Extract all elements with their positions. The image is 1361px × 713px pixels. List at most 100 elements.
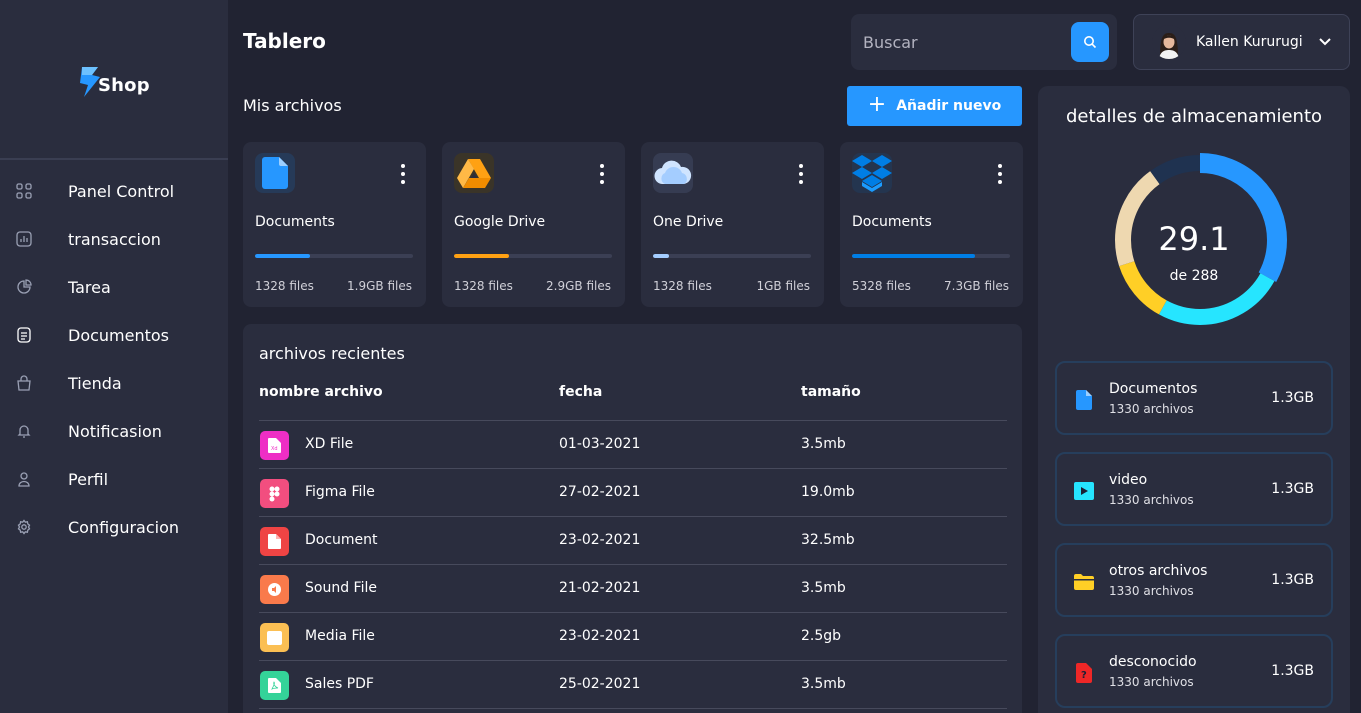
brand-logo[interactable]: Shop	[78, 64, 150, 100]
folder-icon	[1073, 571, 1095, 593]
search-icon	[1084, 36, 1097, 49]
cloud-icon	[653, 153, 693, 193]
sidebar: Shop Panel Control transaccion Tarea Doc	[0, 0, 228, 713]
storage-item-otros-archivos[interactable]: otros archivos 1330 archivos 1.3GB	[1055, 543, 1333, 617]
storage-item-name: desconocido	[1109, 654, 1197, 670]
card-file-size: 2.9GB files	[546, 279, 611, 293]
file-date: 21-02-2021	[559, 580, 641, 596]
unknown-file-icon: ?	[1073, 662, 1095, 684]
file-name: Figma File	[305, 484, 375, 500]
storage-total-label: de 288	[1169, 268, 1219, 284]
sidebar-nav: Panel Control transaccion Tarea Document…	[0, 167, 228, 551]
sidebar-item-configuracion[interactable]: Configuracion	[0, 503, 228, 551]
sidebar-item-notificasion[interactable]: Notificasion	[0, 407, 228, 455]
column-header-name[interactable]: nombre archivo	[259, 384, 383, 400]
svg-text:Xd: Xd	[271, 446, 278, 452]
sidebar-item-label: Panel Control	[68, 181, 175, 201]
recent-files-panel: archivos recientes nombre archivo fecha …	[243, 324, 1022, 713]
document-file-icon	[260, 527, 289, 556]
storage-item-count: 1330 archivos	[1109, 493, 1194, 507]
file-date: 01-03-2021	[559, 436, 641, 452]
sidebar-item-panel-control[interactable]: Panel Control	[0, 167, 228, 215]
sidebar-divider	[0, 158, 228, 160]
card-title: Documents	[852, 214, 932, 230]
my-files-title: Mis archivos	[243, 96, 342, 115]
card-file-count: 1328 files	[454, 279, 513, 293]
sidebar-item-tienda[interactable]: Tienda	[0, 359, 228, 407]
pdf-file-icon	[260, 671, 289, 700]
table-row[interactable]: Sound File 21-02-2021 3.5mb	[259, 565, 1007, 613]
recent-files-title: archivos recientes	[259, 344, 405, 363]
storage-item-desconocido[interactable]: ? desconocido 1330 archivos 1.3GB	[1055, 634, 1333, 708]
card-file-count: 1328 files	[653, 279, 712, 293]
figma-file-icon	[260, 479, 289, 508]
file-name: Document	[305, 532, 378, 548]
file-name: Sound File	[305, 580, 377, 596]
storage-item-size: 1.3GB	[1271, 390, 1314, 406]
transaction-icon	[15, 230, 33, 248]
bell-icon	[15, 422, 33, 440]
file-card-one-drive[interactable]: One Drive 1328 files 1GB files	[641, 142, 824, 307]
file-card-documents[interactable]: Documents 1328 files 1.9GB files	[243, 142, 426, 307]
document-icon	[255, 153, 295, 193]
sidebar-item-perfil[interactable]: Perfil	[0, 455, 228, 503]
search-button[interactable]	[1071, 22, 1109, 62]
table-row[interactable]: Document 23-02-2021 32.5mb	[259, 517, 1007, 565]
card-title: One Drive	[653, 214, 724, 230]
chevron-down-icon	[1317, 34, 1333, 50]
file-date: 23-02-2021	[559, 628, 641, 644]
file-name: XD File	[305, 436, 354, 452]
sidebar-item-label: Documentos	[68, 325, 170, 345]
storage-item-name: Documentos	[1109, 381, 1198, 397]
card-file-size: 1GB files	[756, 279, 810, 293]
profile-menu[interactable]: Kallen Kururugi	[1133, 14, 1350, 70]
sidebar-item-tarea[interactable]: Tarea	[0, 263, 228, 311]
card-file-count: 1328 files	[255, 279, 314, 293]
more-options-button[interactable]	[597, 164, 607, 184]
media-file-icon	[260, 623, 289, 652]
file-date: 25-02-2021	[559, 676, 641, 692]
card-file-count: 5328 files	[852, 279, 911, 293]
more-options-button[interactable]	[796, 164, 806, 184]
search-input[interactable]	[851, 14, 1061, 70]
document-icon	[15, 326, 33, 344]
table-row[interactable]: Sales PDF 25-02-2021 3.5mb	[259, 661, 1007, 709]
sidebar-item-documentos[interactable]: Documentos	[0, 311, 228, 359]
table-row[interactable]: Figma File 27-02-2021 19.0mb	[259, 469, 1007, 517]
google-drive-icon	[454, 153, 494, 193]
user-icon	[15, 470, 33, 488]
card-file-size: 1.9GB files	[347, 279, 412, 293]
storage-item-documentos[interactable]: Documentos 1330 archivos 1.3GB	[1055, 361, 1333, 435]
storage-item-size: 1.3GB	[1271, 481, 1314, 497]
storage-item-video[interactable]: video 1330 archivos 1.3GB	[1055, 452, 1333, 526]
more-options-button[interactable]	[995, 164, 1005, 184]
sidebar-item-transaccion[interactable]: transaccion	[0, 215, 228, 263]
dashboard-icon	[15, 182, 33, 200]
row-divider	[259, 708, 1007, 709]
storage-item-size: 1.3GB	[1271, 663, 1314, 679]
storage-progress-bar	[255, 254, 413, 258]
page-title: Tablero	[243, 29, 326, 53]
sidebar-item-label: transaccion	[68, 229, 161, 249]
search-bar	[851, 14, 1117, 70]
file-size: 19.0mb	[801, 484, 855, 500]
column-header-size[interactable]: tamaño	[801, 384, 861, 400]
storage-item-name: otros archivos	[1109, 563, 1208, 579]
plus-icon: +	[867, 92, 887, 117]
file-card-google-drive[interactable]: Google Drive 1328 files 2.9GB files	[442, 142, 625, 307]
file-name: Sales PDF	[305, 676, 374, 692]
file-size: 32.5mb	[801, 532, 855, 548]
sidebar-item-label: Notificasion	[68, 421, 162, 441]
xd-file-icon: Xd	[260, 431, 289, 460]
column-header-date[interactable]: fecha	[559, 384, 602, 400]
table-row[interactable]: Media File 23-02-2021 2.5gb	[259, 613, 1007, 661]
file-size: 3.5mb	[801, 580, 846, 596]
storage-used-value: 29.1	[1158, 220, 1230, 258]
file-size: 2.5gb	[801, 628, 842, 644]
table-row[interactable]: Xd XD File 01-03-2021 3.5mb	[259, 421, 1007, 469]
file-card-documents-dropbox[interactable]: Documents 5328 files 7.3GB files	[840, 142, 1023, 307]
add-new-button[interactable]: + Añadir nuevo	[847, 86, 1022, 126]
task-icon	[15, 278, 33, 296]
card-file-size: 7.3GB files	[944, 279, 1009, 293]
more-options-button[interactable]	[398, 164, 408, 184]
